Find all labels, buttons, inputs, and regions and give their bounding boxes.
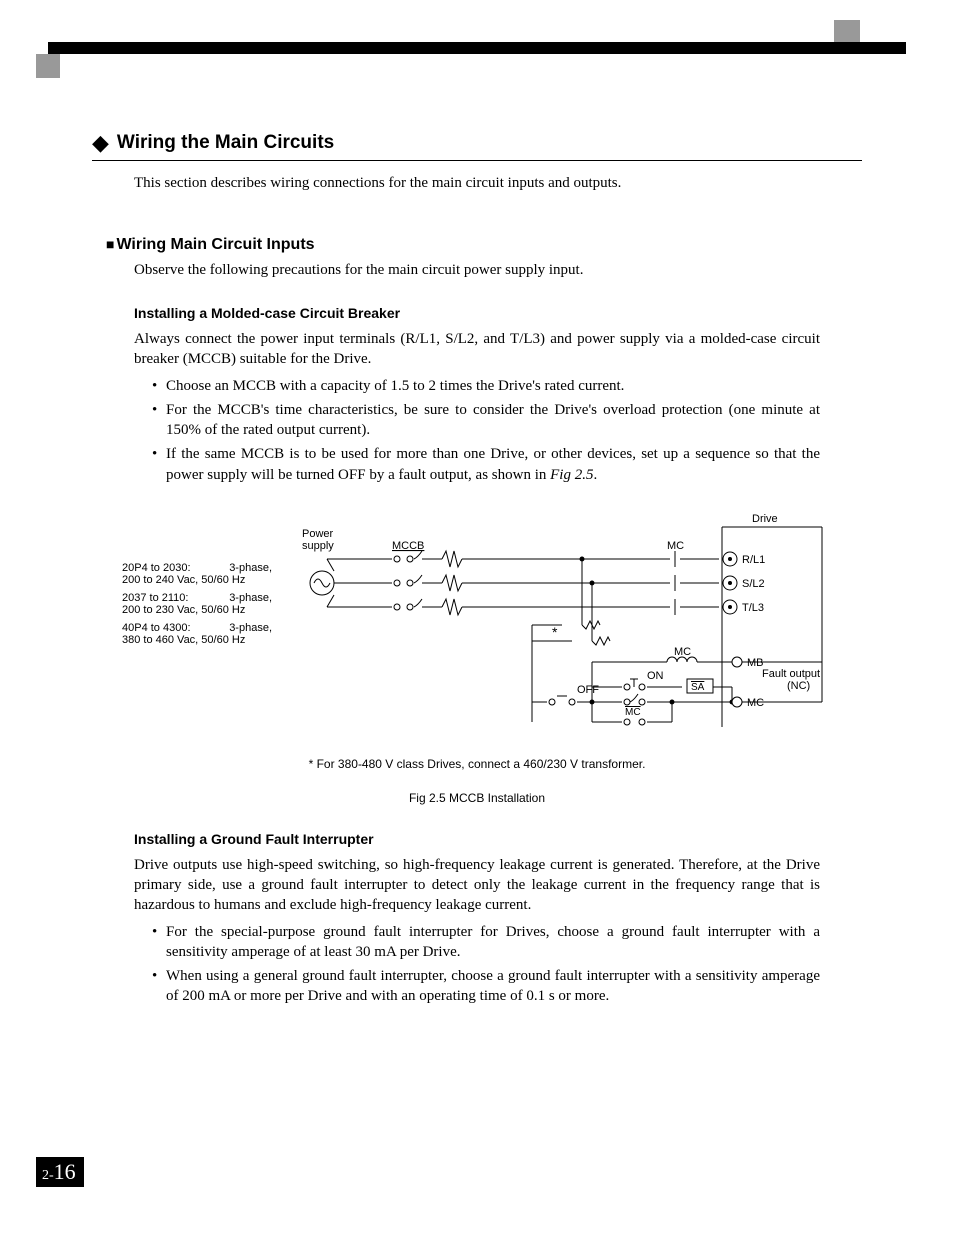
- terminal-s: S/L2: [742, 578, 765, 590]
- section-title: Wiring the Main Circuits: [117, 132, 334, 154]
- power-supply-label: Power: [302, 528, 334, 540]
- spec-range-0: 20P4 to 2030:: [122, 562, 191, 574]
- subsection-intro-text: Observe the following precautions for th…: [134, 262, 862, 279]
- svg-text:supply: supply: [302, 540, 334, 552]
- page-content: ◆ Wiring the Main Circuits This section …: [92, 130, 862, 1011]
- chapter-number: 2-: [42, 1168, 54, 1183]
- mccb-label: MCCB: [392, 540, 424, 552]
- page-digits: 16: [54, 1159, 76, 1184]
- bullet-item: For the special-purpose ground fault int…: [152, 922, 820, 963]
- square-icon: ■: [106, 236, 114, 252]
- document-page: ◆ Wiring the Main Circuits This section …: [0, 0, 954, 1235]
- terminal-t: T/L3: [742, 602, 764, 614]
- drive-label: Drive: [752, 513, 778, 525]
- svg-text:(NC): (NC): [787, 680, 810, 692]
- spec-range-2: 40P4 to 4300:: [122, 622, 191, 634]
- gfi-paragraph: Drive outputs use high-speed switching, …: [134, 855, 820, 916]
- sa-label: SA: [691, 682, 705, 693]
- section-intro-text: This section describes wiring connection…: [134, 175, 862, 192]
- section-heading-row: ◆ Wiring the Main Circuits: [92, 130, 862, 161]
- subsection-heading: ■Wiring Main Circuit Inputs: [106, 236, 862, 254]
- page-number: 2-16: [36, 1157, 84, 1187]
- circuit-diagram-figure: Drive Power supply: [92, 507, 862, 747]
- gfi-bullet-list: For the special-purpose ground fault int…: [152, 922, 820, 1007]
- period: .: [593, 467, 597, 483]
- terminal-mc: MC: [747, 697, 764, 709]
- mc-label: MC: [667, 540, 684, 552]
- mc-bar-label: MC: [625, 707, 641, 718]
- mccb-heading: Installing a Molded-case Circuit Breaker: [134, 305, 862, 321]
- spec-range-1: 2037 to 2110:: [122, 592, 188, 604]
- off-label: OFF: [577, 684, 599, 696]
- fault-output-label-1: Fault output: [762, 668, 820, 680]
- on-label: ON: [647, 670, 664, 682]
- svg-text:3-phase,: 3-phase,: [229, 562, 272, 574]
- subsection-title: Wiring Main Circuit Inputs: [116, 236, 314, 253]
- side-tab-decoration: [36, 54, 60, 78]
- spec-desc-1: 200 to 230 Vac, 50/60 Hz: [122, 604, 245, 616]
- phase-lines: R/L1 S/L2: [327, 551, 765, 615]
- mccb-paragraph: Always connect the power input terminals…: [134, 329, 820, 370]
- bullet-item: Choose an MCCB with a capacity of 1.5 to…: [152, 376, 820, 396]
- header-bar-decoration: [48, 42, 906, 54]
- gfi-heading: Installing a Ground Fault Interrupter: [134, 831, 862, 847]
- mccb-bullet-list: Choose an MCCB with a capacity of 1.5 to…: [152, 376, 820, 485]
- bullet-text: If the same MCCB is to be used for more …: [166, 446, 820, 482]
- bullet-item: For the MCCB's time characteristics, be …: [152, 400, 820, 441]
- figure-caption: Fig 2.5 MCCB Installation: [92, 791, 862, 805]
- bullet-item: If the same MCCB is to be used for more …: [152, 444, 820, 485]
- svg-text:3-phase,: 3-phase,: [229, 622, 272, 634]
- terminal-r: R/L1: [742, 554, 765, 566]
- figure-note: * For 380-480 V class Drives, connect a …: [92, 757, 862, 771]
- spec-desc-0: 200 to 240 Vac, 50/60 Hz: [122, 574, 245, 586]
- svg-text:3-phase,: 3-phase,: [229, 592, 272, 604]
- header-tab-decoration: [834, 20, 860, 42]
- spec-desc-2: 380 to 460 Vac, 50/60 Hz: [122, 634, 245, 646]
- spec-line: 20P4 to 2030:: [122, 562, 191, 574]
- figure-reference: Fig 2.5: [550, 467, 593, 483]
- diamond-icon: ◆: [92, 130, 109, 156]
- bullet-item: When using a general ground fault interr…: [152, 966, 820, 1007]
- mc-coil-label: MC: [674, 646, 691, 658]
- asterisk-mark: *: [552, 624, 558, 640]
